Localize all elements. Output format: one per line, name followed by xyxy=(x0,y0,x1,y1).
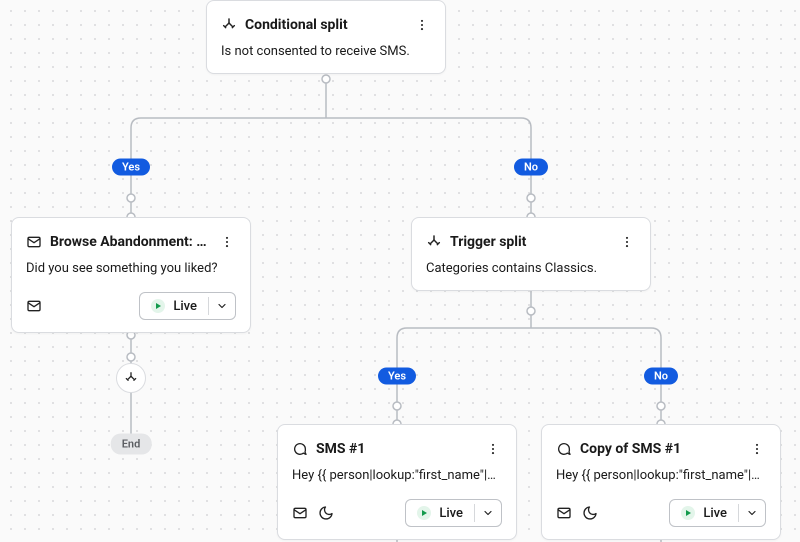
node-email[interactable]: Browse Abandonment: Email... Did you see… xyxy=(11,217,251,333)
node-sms-2[interactable]: Copy of SMS #1 Hey {{ person|lookup:"fir… xyxy=(541,424,781,540)
branch-label-yes: Yes xyxy=(378,368,416,385)
quiet-hours-icon xyxy=(582,505,598,521)
node-description: Hey {{ person|lookup:"first_name"|defaul… xyxy=(292,467,502,485)
node-sms-1[interactable]: SMS #1 Hey {{ person|lookup:"first_name"… xyxy=(277,424,517,540)
play-icon xyxy=(681,506,695,520)
chevron-down-icon xyxy=(216,300,228,312)
node-trigger-split[interactable]: Trigger split Categories contains Classi… xyxy=(411,217,651,291)
status-label: Live xyxy=(439,506,463,521)
status-label: Live xyxy=(173,299,197,314)
status-label: Live xyxy=(703,506,727,521)
chevron-down-icon xyxy=(746,507,758,519)
status-dropdown-button[interactable] xyxy=(209,293,235,319)
email-channel-icon xyxy=(556,505,572,521)
node-description: Hey {{ person|lookup:"first_name"|defaul… xyxy=(556,467,766,485)
status-button[interactable]: Live xyxy=(140,293,208,319)
split-icon xyxy=(221,17,237,33)
node-title: SMS #1 xyxy=(316,441,476,457)
node-description: Is not consented to receive SMS. xyxy=(221,43,431,61)
node-conditional-split[interactable]: Conditional split Is not consented to re… xyxy=(206,0,446,74)
node-description: Categories contains Classics. xyxy=(426,260,636,278)
split-icon xyxy=(124,371,138,385)
email-channel-icon xyxy=(292,505,308,521)
sms-icon xyxy=(292,441,308,457)
play-icon xyxy=(151,299,165,313)
status-dropdown-button[interactable] xyxy=(475,500,501,526)
node-title: Copy of SMS #1 xyxy=(580,441,740,457)
node-title: Browse Abandonment: Email... xyxy=(50,234,210,250)
more-menu-button[interactable] xyxy=(618,230,636,254)
status-button[interactable]: Live xyxy=(670,500,738,526)
status-selector[interactable]: Live xyxy=(139,292,236,320)
more-menu-button[interactable] xyxy=(484,437,502,461)
play-icon xyxy=(417,506,431,520)
status-button[interactable]: Live xyxy=(406,500,474,526)
status-selector[interactable]: Live xyxy=(405,499,502,527)
more-menu-button[interactable] xyxy=(413,13,431,37)
more-menu-button[interactable] xyxy=(748,437,766,461)
email-channel-icon xyxy=(26,298,42,314)
end-label: End xyxy=(111,434,152,455)
email-icon xyxy=(26,234,42,250)
split-node-icon[interactable] xyxy=(116,363,146,393)
split-icon xyxy=(426,234,442,250)
node-title: Trigger split xyxy=(450,234,610,250)
more-menu-button[interactable] xyxy=(218,230,236,254)
sms-icon xyxy=(556,441,572,457)
branch-label-yes: Yes xyxy=(112,159,150,176)
quiet-hours-icon xyxy=(318,505,334,521)
status-dropdown-button[interactable] xyxy=(739,500,765,526)
node-description: Did you see something you liked? xyxy=(26,260,236,278)
chevron-down-icon xyxy=(482,507,494,519)
status-selector[interactable]: Live xyxy=(669,499,766,527)
branch-label-no: No xyxy=(514,159,548,176)
branch-label-no: No xyxy=(644,368,678,385)
node-title: Conditional split xyxy=(245,17,405,33)
